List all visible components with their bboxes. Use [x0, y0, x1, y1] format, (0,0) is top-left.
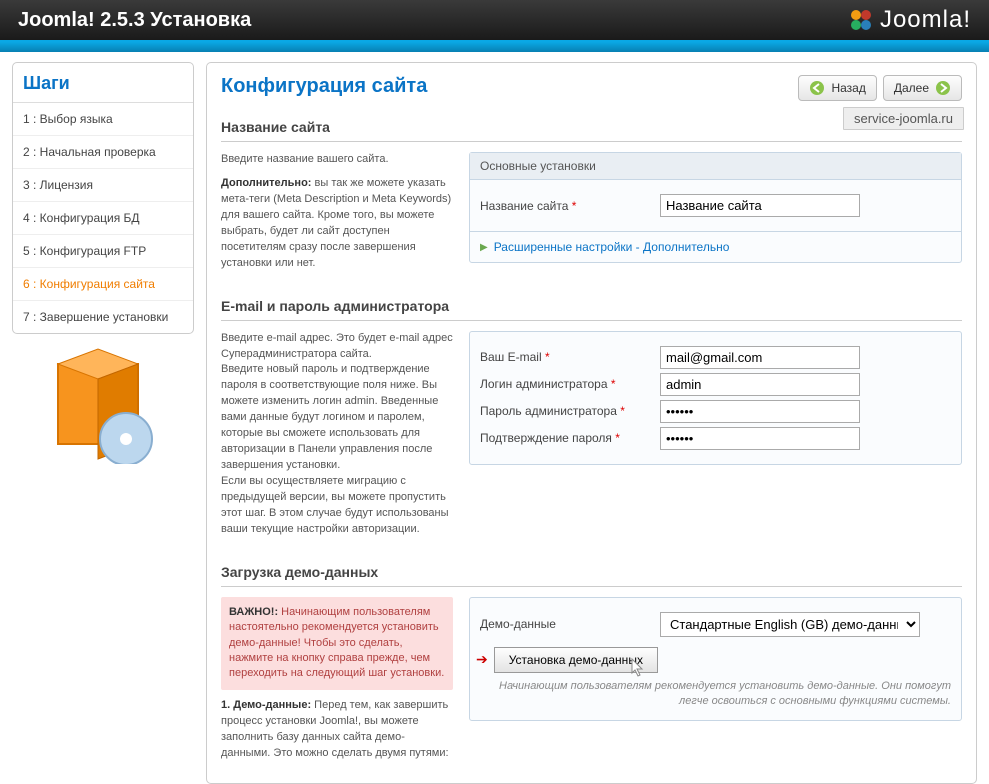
back-button[interactable]: Назад [798, 75, 876, 101]
demo-select-label: Демо-данные [480, 617, 660, 631]
advanced-settings-toggle[interactable]: ▶ Расширенные настройки - Дополнительно [470, 231, 961, 262]
password-confirm-input[interactable] [660, 427, 860, 450]
step-2: 2 : Начальная проверка [13, 136, 193, 169]
basic-settings-head: Основные установки [470, 153, 961, 180]
section-admin-heading: E-mail и пароль администратора [221, 294, 962, 321]
demo-warning: ВАЖНО!: Начинающим пользователям настоят… [221, 597, 453, 690]
next-label: Далее [894, 81, 929, 95]
page-title: Конфигурация сайта [221, 75, 427, 98]
login-label: Логин администратора * [480, 377, 660, 391]
site-name-label: Название сайта * [480, 199, 660, 213]
step-7: 7 : Завершение установки [13, 301, 193, 333]
demo-note: Начинающим пользователям рекомендуется у… [480, 679, 951, 710]
service-tag: service-joomla.ru [843, 107, 964, 130]
arrow-right-red-icon: ➔ [476, 651, 488, 668]
joomla-logo-icon [848, 7, 874, 33]
installer-title: Joomla! 2.5.3 Установка [18, 9, 251, 32]
brand-text: Joomla! [880, 6, 971, 34]
step-5: 5 : Конфигурация FTP [13, 235, 193, 268]
site-desc-1: Введите название вашего сайта. [221, 152, 453, 168]
email-label: Ваш E-mail * [480, 350, 660, 364]
steps-title: Шаги [13, 63, 193, 103]
demo-select[interactable]: Стандартные English (GB) демо-данные [660, 612, 920, 637]
install-demo-button[interactable]: Установка демо-данных [494, 647, 658, 673]
step-3: 3 : Лицензия [13, 169, 193, 202]
package-illustration [12, 344, 194, 477]
site-name-input[interactable] [660, 194, 860, 217]
joomla-logo: Joomla! [848, 6, 971, 34]
arrow-right-icon [935, 80, 951, 96]
site-desc-2: Дополнительно: вы так же можете указать … [221, 176, 453, 272]
next-button[interactable]: Далее [883, 75, 962, 101]
advanced-settings-label: Расширенные настройки - Дополнительно [494, 240, 730, 254]
steps-list: 1 : Выбор языка 2 : Начальная проверка 3… [13, 103, 193, 333]
step-6: 6 : Конфигурация сайта [13, 268, 193, 301]
arrow-left-icon [809, 80, 825, 96]
admin-desc: Введите e-mail адрес. Это будет e-mail а… [221, 331, 453, 538]
back-label: Назад [831, 81, 865, 95]
section-demo-heading: Загрузка демо-данных [221, 560, 962, 587]
triangle-right-icon: ▶ [480, 242, 488, 253]
password-input[interactable] [660, 400, 860, 423]
demo-p1: 1. Демо-данные: Перед тем, как завершить… [221, 698, 453, 762]
email-input[interactable] [660, 346, 860, 369]
step-4: 4 : Конфигурация БД [13, 202, 193, 235]
password-label: Пароль администратора * [480, 404, 660, 418]
login-input[interactable] [660, 373, 860, 396]
password-confirm-label: Подтверждение пароля * [480, 431, 660, 445]
step-1: 1 : Выбор языка [13, 103, 193, 136]
